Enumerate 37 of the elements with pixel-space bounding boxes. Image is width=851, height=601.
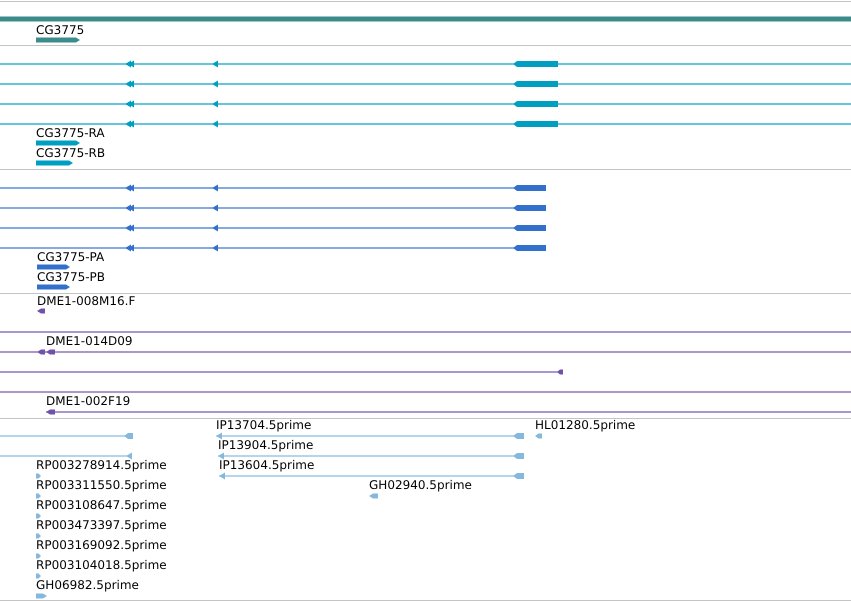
feature-label: DME1-008M16.F (37, 294, 136, 308)
transcript-model[interactable] (0, 224, 546, 232)
feature-label: IP13704.5prime (216, 418, 312, 432)
transcript-model[interactable] (0, 80, 851, 88)
feature-arrow-glyph[interactable] (36, 140, 80, 146)
transcript-model[interactable] (46, 410, 851, 414)
feature-label: CG3775-RB (36, 146, 106, 160)
feature-label: GH06982.5prime (36, 578, 139, 592)
feature-label: RP003278914.5prime (36, 458, 167, 472)
feature-label: DME1-002F19 (46, 394, 130, 408)
feature-label: IP13904.5prime (218, 438, 314, 452)
feature-label: HL01280.5prime (535, 418, 636, 432)
feature-label: CG3775-PB (37, 270, 106, 284)
feature-label: CG3775-PA (37, 250, 104, 264)
feature-label: RP003108647.5prime (36, 498, 167, 512)
feature-label: RP003169092.5prime (36, 538, 167, 552)
transcript-model[interactable] (0, 184, 546, 192)
transcript-model[interactable] (0, 370, 563, 374)
feature-arrow-glyph[interactable] (36, 160, 73, 166)
transcript-model[interactable] (0, 244, 546, 252)
feature-arrow-glyph[interactable] (37, 308, 45, 314)
feature-arrow-glyph[interactable] (36, 38, 80, 42)
transcript-model[interactable] (0, 350, 851, 354)
feature-label: CG3775-RA (36, 126, 105, 140)
feature-label: RP003311550.5prime (36, 478, 167, 492)
feature-label: CG3775 (36, 23, 84, 37)
feature-arrow-glyph[interactable] (37, 284, 70, 290)
feature-label: DME1-014D09 (46, 334, 133, 348)
feature-label: IP13604.5prime (219, 458, 314, 472)
transcript-model[interactable] (0, 100, 851, 108)
feature-label: RP003104018.5prime (36, 558, 167, 572)
feature-label: RP003473397.5prime (36, 518, 167, 532)
transcript-model[interactable] (0, 120, 851, 128)
feature-label: GH02940.5prime (369, 478, 472, 492)
transcript-model[interactable] (0, 60, 851, 68)
feature-arrow-glyph[interactable] (37, 264, 70, 270)
transcript-model[interactable] (0, 204, 546, 212)
